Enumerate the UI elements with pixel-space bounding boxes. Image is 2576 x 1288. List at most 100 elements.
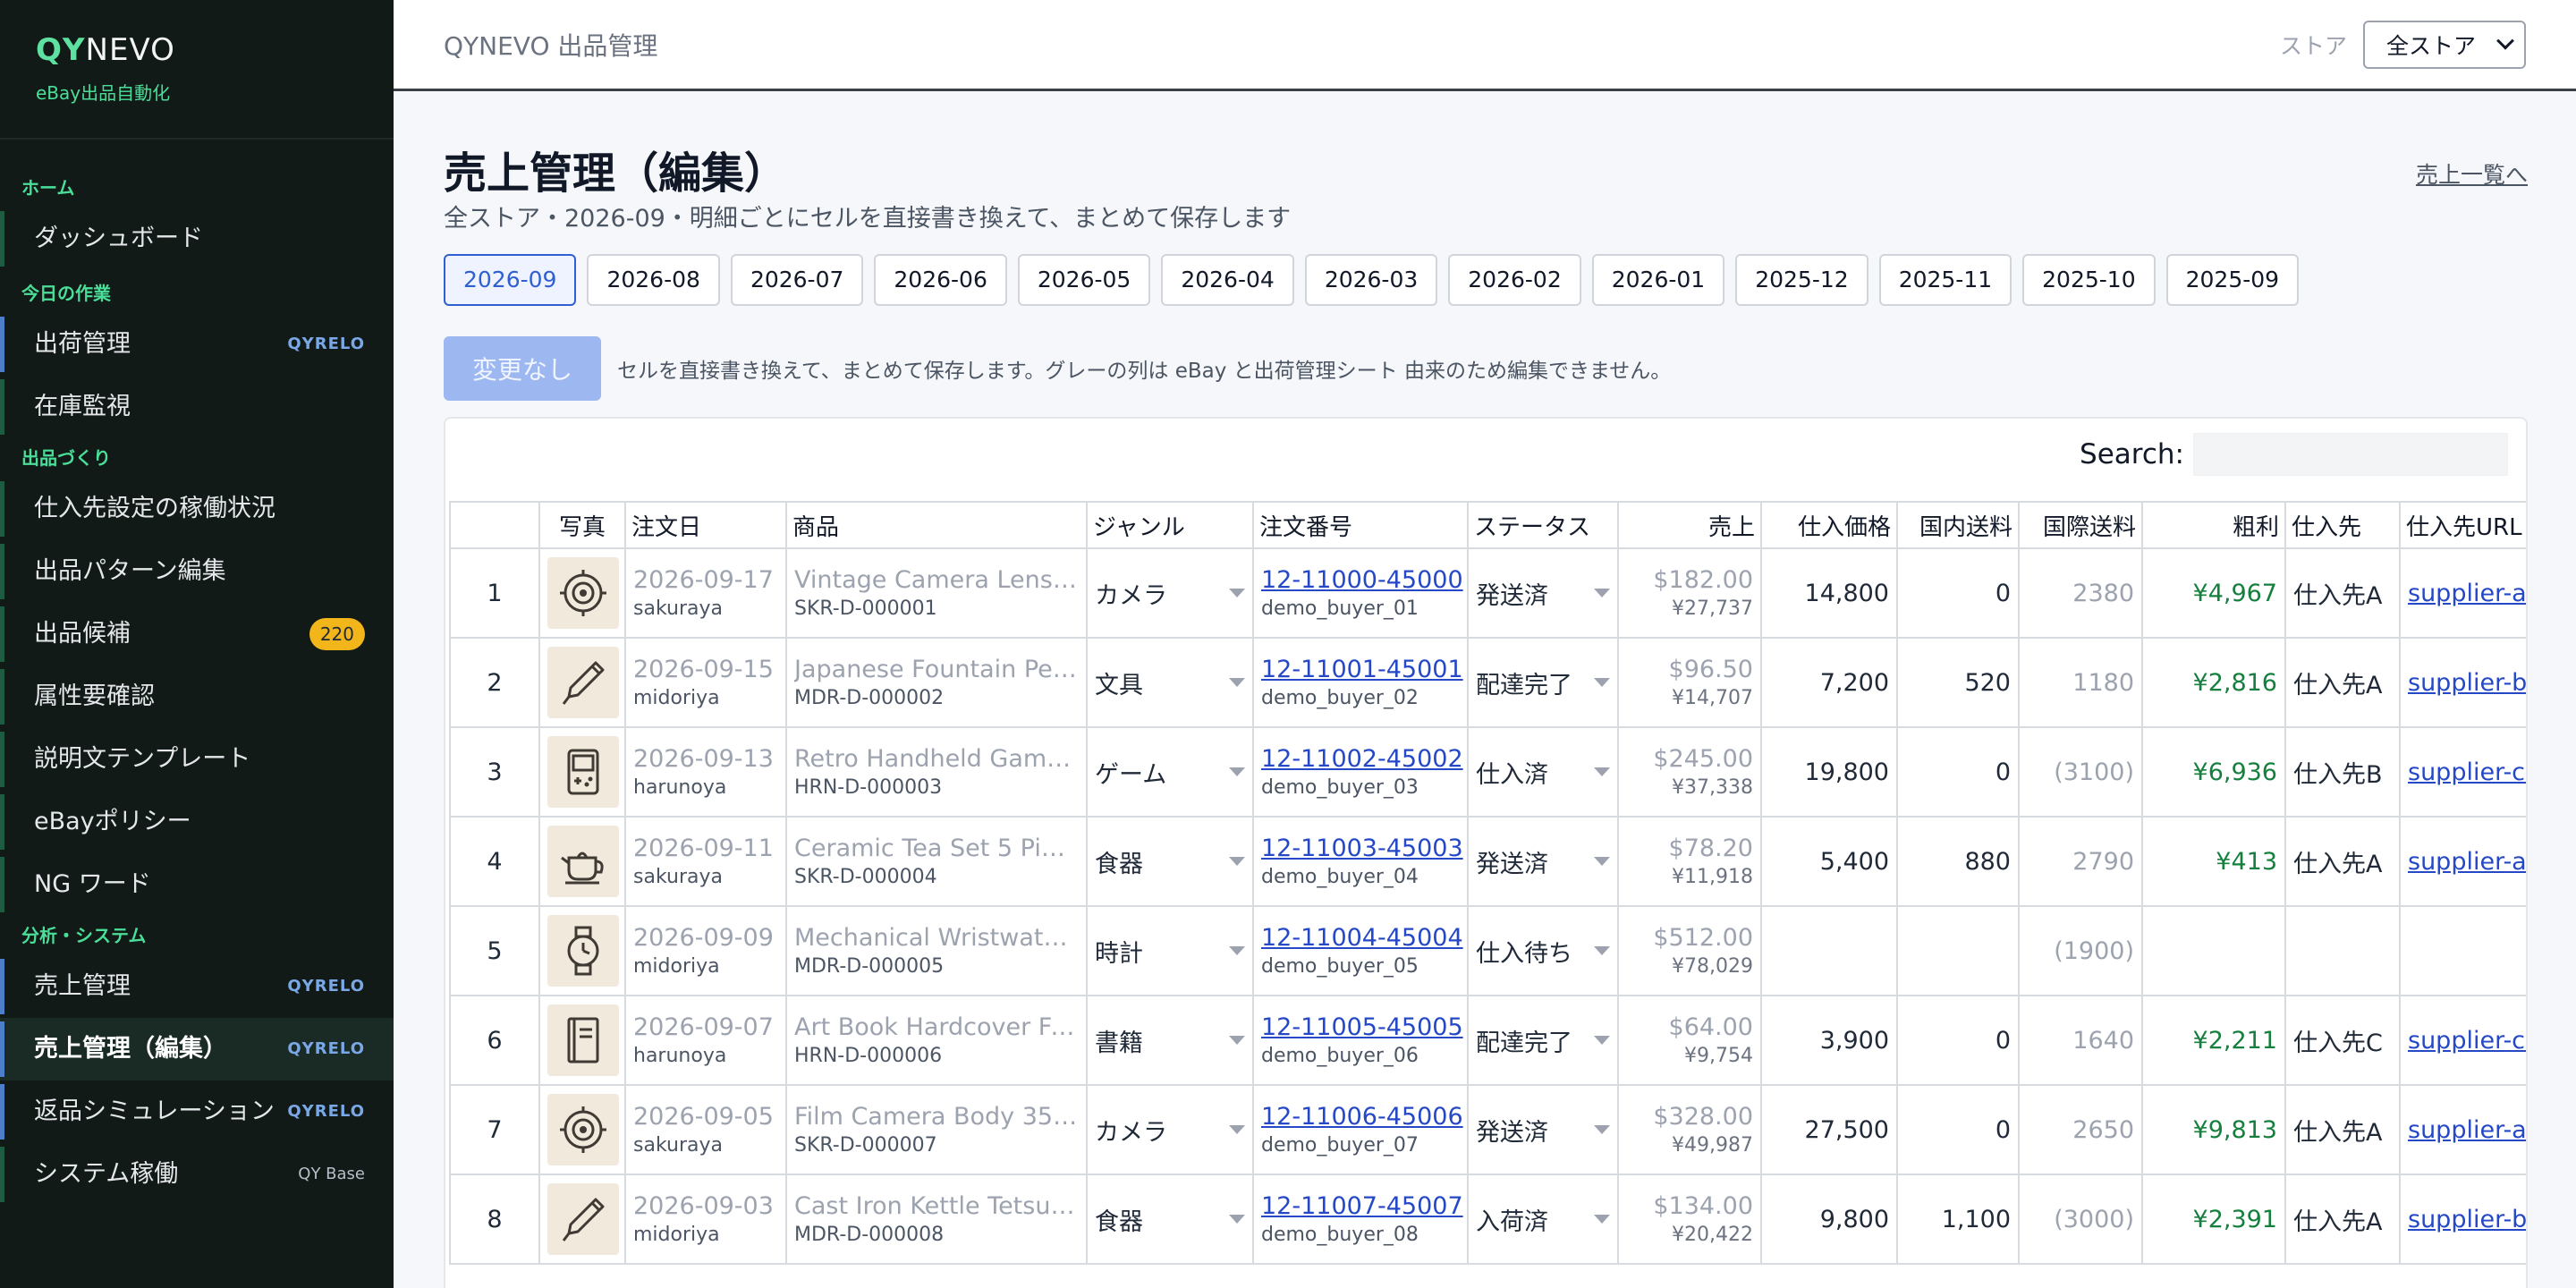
month-tab[interactable]: 2026-07 (730, 254, 864, 306)
genre-select[interactable]: 食器 (1095, 844, 1245, 879)
status-select[interactable]: 発送済 (1476, 1113, 1610, 1148)
status-cell[interactable]: 配達完了 (1467, 995, 1619, 1086)
supplier-url-cell[interactable]: supplier-b. (2399, 637, 2526, 728)
col-product-header[interactable]: 商品 (785, 501, 1088, 549)
sidebar-item[interactable]: 売上管理（編集） QYRELO (0, 1018, 394, 1080)
col-sales-header[interactable]: 売上 (1617, 501, 1762, 549)
photo-cell[interactable] (538, 1084, 626, 1175)
status-cell[interactable]: 発送済 (1467, 547, 1619, 639)
back-to-sales-list-link[interactable]: 売上一覧へ (2416, 157, 2528, 190)
cost-cell[interactable]: 5,400 (1760, 816, 1898, 907)
col-intl-header[interactable]: 国際送料 (2018, 501, 2143, 549)
month-tab[interactable]: 2025-12 (1735, 254, 1868, 306)
supplier-url-cell[interactable]: supplier-b. (2399, 1174, 2526, 1265)
supplier-cell[interactable]: 仕入先B (2284, 726, 2401, 818)
order-number-link[interactable]: 12-11006-45006 (1261, 1103, 1463, 1131)
supplier-url-cell[interactable]: supplier-a. (2399, 547, 2526, 639)
photo-cell[interactable] (538, 995, 626, 1086)
genre-cell[interactable]: ゲーム (1086, 726, 1254, 818)
month-tab[interactable]: 2026-05 (1017, 254, 1151, 306)
status-cell[interactable]: 入荷済 (1467, 1174, 1619, 1265)
order-number-link[interactable]: 12-11002-45002 (1261, 745, 1463, 773)
col-supplier-header[interactable]: 仕入先 (2284, 501, 2401, 549)
month-tab[interactable]: 2026-06 (874, 254, 1007, 306)
cost-cell[interactable]: 19,800 (1760, 726, 1898, 818)
order-number-link[interactable]: 12-11005-45005 (1261, 1013, 1463, 1041)
store-select[interactable]: 全ストア (2363, 20, 2526, 69)
month-tab[interactable]: 2026-08 (587, 254, 720, 306)
genre-cell[interactable]: 食器 (1086, 1174, 1254, 1265)
order-number-link[interactable]: 12-11000-45000 (1261, 566, 1463, 594)
genre-select[interactable]: 文具 (1095, 665, 1245, 700)
genre-cell[interactable]: カメラ (1086, 547, 1254, 639)
domestic-shipping-cell[interactable]: 0 (1896, 995, 2020, 1086)
domestic-shipping-cell[interactable]: 880 (1896, 816, 2020, 907)
month-tab[interactable]: 2026-04 (1161, 254, 1294, 306)
genre-cell[interactable]: カメラ (1086, 1084, 1254, 1175)
supplier-cell[interactable]: 仕入先A (2284, 1174, 2401, 1265)
sidebar-item[interactable]: 出荷管理 QYRELO (0, 313, 394, 376)
photo-cell[interactable] (538, 726, 626, 818)
col-date-header[interactable]: 注文日 (624, 501, 787, 549)
genre-cell[interactable]: 文具 (1086, 637, 1254, 728)
month-tab[interactable]: 2025-10 (2022, 254, 2156, 306)
supplier-cell[interactable] (2284, 905, 2401, 996)
order-number-link[interactable]: 12-11001-45001 (1261, 656, 1463, 683)
col-index-header[interactable] (449, 501, 540, 549)
status-cell[interactable]: 配達完了 (1467, 637, 1619, 728)
status-cell[interactable]: 発送済 (1467, 816, 1619, 907)
search-input[interactable] (2193, 433, 2508, 476)
photo-cell[interactable] (538, 905, 626, 996)
col-photo-header[interactable]: 写真 (538, 501, 626, 549)
supplier-url-cell[interactable]: supplier-c. (2399, 995, 2526, 1086)
order-number-link[interactable]: 12-11003-45003 (1261, 835, 1463, 862)
col-status-header[interactable]: ステータス (1467, 501, 1619, 549)
sidebar-item[interactable]: 説明文テンプレート (0, 728, 394, 791)
genre-select[interactable]: 書籍 (1095, 1023, 1245, 1058)
order-number-link[interactable]: 12-11004-45004 (1261, 924, 1463, 952)
domestic-shipping-cell[interactable]: 0 (1896, 726, 2020, 818)
supplier-cell[interactable]: 仕入先A (2284, 816, 2401, 907)
supplier-url-link[interactable]: supplier-b. (2408, 1206, 2526, 1233)
sidebar-item[interactable]: 返品シミュレーション QYRELO (0, 1080, 394, 1143)
genre-select[interactable]: カメラ (1095, 576, 1245, 611)
cost-cell[interactable]: 7,200 (1760, 637, 1898, 728)
supplier-url-link[interactable]: supplier-b. (2408, 669, 2526, 697)
photo-cell[interactable] (538, 1174, 626, 1265)
domestic-shipping-cell[interactable]: 1,100 (1896, 1174, 2020, 1265)
cost-cell[interactable]: 3,900 (1760, 995, 1898, 1086)
supplier-url-cell[interactable]: supplier-a. (2399, 1084, 2526, 1175)
month-tab[interactable]: 2026-03 (1304, 254, 1438, 306)
genre-cell[interactable]: 食器 (1086, 816, 1254, 907)
domestic-shipping-cell[interactable]: 0 (1896, 547, 2020, 639)
col-genre-header[interactable]: ジャンル (1086, 501, 1254, 549)
order-number-link[interactable]: 12-11007-45007 (1261, 1192, 1463, 1220)
genre-select[interactable]: カメラ (1095, 1113, 1245, 1148)
sidebar-item[interactable]: 出品候補 220 (0, 603, 394, 665)
photo-cell[interactable] (538, 637, 626, 728)
sidebar-item[interactable]: 属性要確認 (0, 665, 394, 728)
status-select[interactable]: 配達完了 (1476, 1023, 1610, 1058)
month-tab[interactable]: 2025-11 (1878, 254, 2012, 306)
col-order-header[interactable]: 注文番号 (1252, 501, 1469, 549)
supplier-cell[interactable]: 仕入先A (2284, 637, 2401, 728)
sidebar-item[interactable]: 売上管理 QYRELO (0, 955, 394, 1018)
cost-cell[interactable]: 27,500 (1760, 1084, 1898, 1175)
month-tab[interactable]: 2026-02 (1448, 254, 1581, 306)
supplier-url-link[interactable]: supplier-a. (2408, 848, 2526, 876)
status-cell[interactable]: 発送済 (1467, 1084, 1619, 1175)
supplier-url-link[interactable]: supplier-c. (2408, 758, 2526, 786)
genre-select[interactable]: ゲーム (1095, 755, 1245, 790)
sidebar-item[interactable]: 出品パターン編集 (0, 540, 394, 603)
col-domestic-header[interactable]: 国内送料 (1896, 501, 2020, 549)
sidebar-item[interactable]: 在庫監視 (0, 376, 394, 438)
sidebar-item[interactable]: ダッシュボード (0, 208, 394, 270)
status-select[interactable]: 仕入済 (1476, 755, 1610, 790)
sidebar-item[interactable]: システム稼働 QY Base (0, 1143, 394, 1206)
sidebar-item[interactable]: eBayポリシー (0, 791, 394, 853)
status-select[interactable]: 発送済 (1476, 844, 1610, 879)
supplier-url-cell[interactable]: supplier-a. (2399, 816, 2526, 907)
supplier-url-link[interactable]: supplier-c. (2408, 1027, 2526, 1055)
supplier-url-cell[interactable]: supplier-c. (2399, 726, 2526, 818)
supplier-cell[interactable]: 仕入先A (2284, 547, 2401, 639)
